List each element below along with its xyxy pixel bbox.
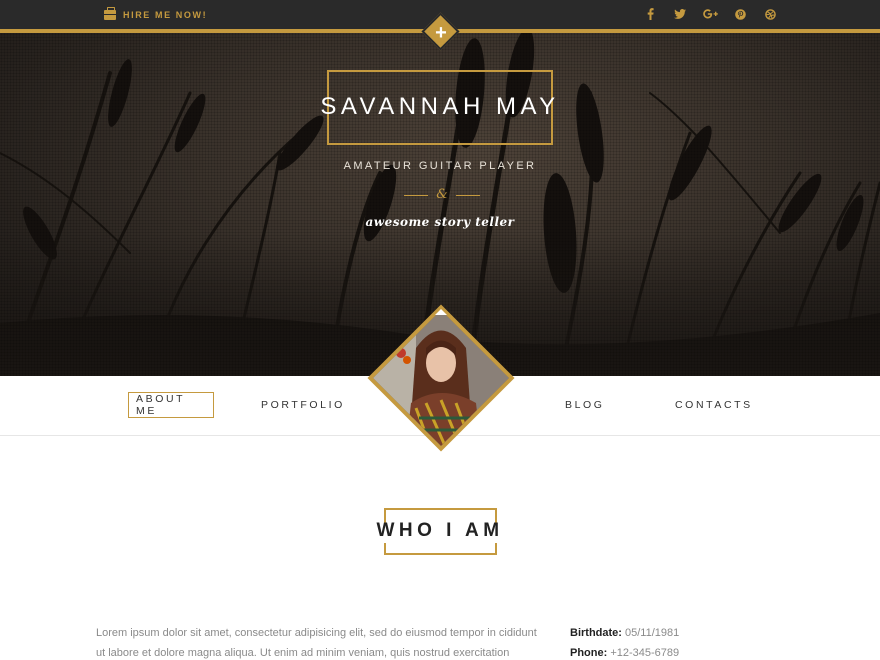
twitter-icon[interactable] <box>670 6 690 22</box>
avatar[interactable] <box>367 304 515 452</box>
briefcase-icon <box>104 6 116 20</box>
phone-value: +12-345-6789 <box>610 647 680 659</box>
personal-info: Birthdate: 05/11/1981 Phone: +12-345-678… <box>570 623 770 660</box>
nav-item-portfolio[interactable]: PORTFOLIO <box>254 392 352 418</box>
hero-tagline: awesome story teller <box>365 215 515 229</box>
phone-row: Phone: +12-345-6789 <box>570 643 770 660</box>
site-owner-name: SAVANNAH MAY <box>320 93 560 120</box>
about-intro-text: Lorem ipsum dolor sit amet, consectetur … <box>96 627 537 659</box>
phone-label: Phone: <box>570 647 608 659</box>
pinterest-icon[interactable] <box>730 6 750 22</box>
hire-me-label: HIRE ME NOW! <box>123 9 208 20</box>
nav-item-about-me[interactable]: ABOUT ME <box>128 392 214 418</box>
hero-subtitle: AMATEUR GUITAR PLAYER <box>343 160 537 172</box>
section-title: WHO I AM <box>376 520 504 541</box>
ampersand-divider: & <box>404 187 480 204</box>
social-links <box>640 6 780 22</box>
avatar-photo <box>373 310 509 446</box>
birthdate-label: Birthdate: <box>570 627 622 639</box>
birthdate-row: Birthdate: 05/11/1981 <box>570 623 770 643</box>
birthdate-value: 05/11/1981 <box>625 627 680 639</box>
facebook-icon[interactable] <box>640 6 660 22</box>
hire-me-link[interactable]: HIRE ME NOW! <box>104 6 208 21</box>
google-plus-icon[interactable] <box>700 6 720 22</box>
nav-item-contacts[interactable]: CONTACTS <box>668 392 760 418</box>
dribbble-icon[interactable] <box>760 6 780 22</box>
nav-item-blog[interactable]: BLOG <box>558 392 612 418</box>
ampersand: & <box>436 187 448 202</box>
